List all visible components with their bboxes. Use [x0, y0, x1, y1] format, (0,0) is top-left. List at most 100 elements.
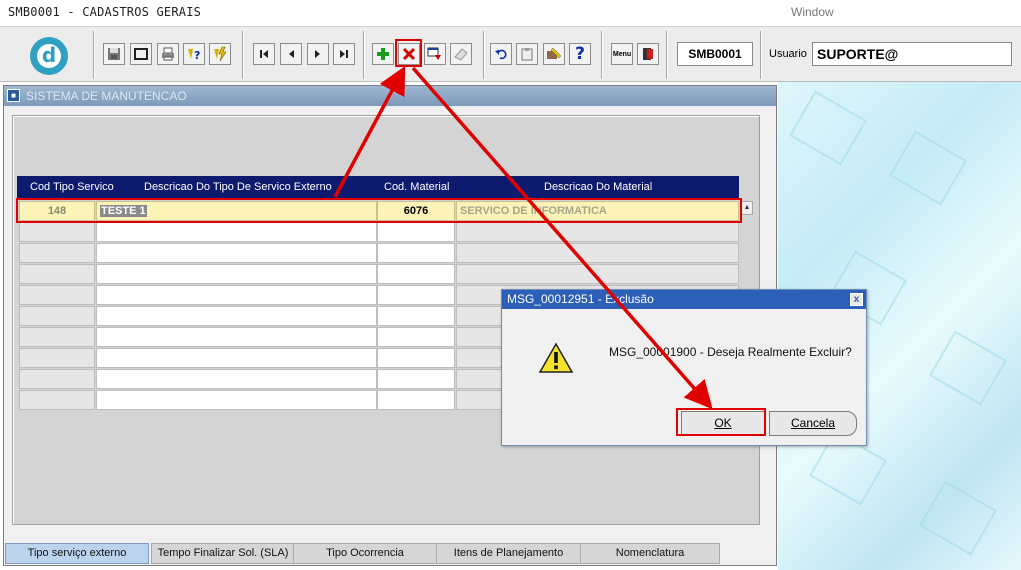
warning-icon: [538, 342, 574, 373]
window-menu[interactable]: Window: [791, 5, 834, 19]
bottom-tabs: Tipo serviço externo Tempo Finalizar Sol…: [3, 543, 777, 565]
print-icon: [162, 47, 174, 61]
tab-tipo-servico-externo[interactable]: Tipo serviço externo: [5, 543, 149, 564]
cell-descricao[interactable]: [96, 222, 377, 242]
dialog-close-button[interactable]: x: [850, 293, 863, 306]
table-row[interactable]: [17, 222, 739, 243]
tab-tipo-ocorrencia[interactable]: Tipo Ocorrencia: [293, 543, 437, 564]
duplicate-record-icon: [427, 47, 441, 60]
column-header-cod-material: Cod. Material: [384, 181, 450, 193]
cell-cod-tipo[interactable]: [19, 285, 95, 305]
execute-query-button[interactable]: [209, 43, 231, 65]
cell-cod-tipo[interactable]: [19, 390, 95, 410]
next-record-button[interactable]: [307, 43, 329, 65]
background-pattern: [919, 480, 997, 556]
last-record-icon: [340, 50, 348, 58]
cell-desc-material[interactable]: [456, 243, 739, 263]
print-button[interactable]: [157, 43, 179, 65]
clipboard-icon: [521, 48, 533, 61]
cell-cod-material[interactable]: [377, 222, 455, 242]
last-record-button[interactable]: [333, 43, 355, 65]
cell-descricao[interactable]: [96, 348, 377, 368]
dialog-titlebar[interactable]: MSG_00012951 - Exclusão: [502, 290, 866, 309]
first-record-button[interactable]: [253, 43, 275, 65]
cell-descricao[interactable]: [96, 243, 377, 263]
cell-cod-material[interactable]: [377, 243, 455, 263]
table-row[interactable]: [17, 264, 739, 285]
lightning-query-icon: [214, 46, 227, 62]
usuario-field[interactable]: SUPORTE@: [812, 42, 1012, 66]
duplicate-record-button[interactable]: [424, 43, 446, 65]
cell-cod-tipo[interactable]: [19, 306, 95, 326]
column-header-desc-material: Descricao Do Material: [544, 181, 653, 193]
cell-cod-tipo[interactable]: [19, 369, 95, 389]
clipboard-button[interactable]: [516, 43, 538, 65]
cell-cod-material[interactable]: [377, 285, 455, 305]
prev-record-icon: [289, 50, 294, 58]
background-pattern: [889, 130, 967, 206]
form-window-icon: ■: [7, 89, 20, 102]
cell-cod-material[interactable]: [377, 327, 455, 347]
highlight-delete-button: [395, 39, 422, 67]
close-icon: x: [853, 294, 860, 305]
cell-cod-tipo[interactable]: [19, 243, 95, 263]
clear-button[interactable]: [450, 43, 472, 65]
grid-scroll-up-arrow[interactable]: ▲: [741, 201, 753, 215]
cell-cod-tipo[interactable]: [19, 264, 95, 284]
background-pattern: [789, 90, 867, 166]
exit-button[interactable]: [637, 43, 659, 65]
cell-descricao[interactable]: [96, 327, 377, 347]
grid-header: Cod Tipo Servico Descricao Do Tipo De Se…: [17, 176, 739, 198]
cell-cod-material[interactable]: [377, 306, 455, 326]
highlight-ok-button: [676, 408, 766, 436]
prev-record-button[interactable]: [280, 43, 302, 65]
tab-tempo-finalizar-sla[interactable]: Tempo Finalizar Sol. (SLA): [151, 543, 295, 564]
menu-icon: Menu: [612, 50, 632, 58]
cell-descricao[interactable]: [96, 306, 377, 326]
toolbar-separator: [760, 31, 762, 79]
edit-icon: [547, 47, 562, 59]
next-record-icon: [315, 50, 320, 58]
tab-nomenclatura[interactable]: Nomenclatura: [580, 543, 720, 564]
cell-descricao[interactable]: [96, 369, 377, 389]
form-titlebar[interactable]: ■ SISTEMA DE MANUTENCAO: [4, 86, 776, 106]
query-button[interactable]: ?: [183, 43, 205, 65]
window-title: SMB0001 - CADASTROS GERAIS: [8, 5, 202, 19]
window-icon: [134, 48, 148, 60]
cell-cod-material[interactable]: [377, 348, 455, 368]
help-button[interactable]: ?: [569, 43, 591, 65]
dialog-title: MSG_00012951 - Exclusão: [507, 292, 654, 306]
menu-button[interactable]: Menu: [611, 43, 633, 65]
table-row[interactable]: [17, 243, 739, 264]
cell-cod-tipo[interactable]: [19, 348, 95, 368]
screen-button[interactable]: [130, 43, 152, 65]
tab-itens-planejamento[interactable]: Itens de Planejamento: [436, 543, 581, 564]
toolbar-separator: [666, 31, 668, 79]
toolbar-separator: [483, 31, 485, 79]
cancel-button[interactable]: Cancela: [769, 411, 857, 436]
save-icon: [108, 48, 120, 60]
undo-button[interactable]: [490, 43, 512, 65]
cell-descricao[interactable]: [96, 285, 377, 305]
save-button[interactable]: [103, 43, 125, 65]
cell-cod-material[interactable]: [377, 390, 455, 410]
cell-cod-tipo[interactable]: [19, 222, 95, 242]
menu-bar: SMB0001 - CADASTROS GERAIS Window: [0, 0, 1021, 26]
toolbar-separator: [601, 31, 603, 79]
cell-cod-material[interactable]: [377, 264, 455, 284]
cell-cod-tipo[interactable]: [19, 327, 95, 347]
help-icon: ?: [575, 43, 585, 64]
edit-button[interactable]: [543, 43, 565, 65]
app-logo: d: [30, 37, 68, 75]
cell-desc-material[interactable]: [456, 222, 739, 242]
cell-desc-material[interactable]: [456, 264, 739, 284]
query-icon: ?: [188, 49, 200, 62]
cell-descricao[interactable]: [96, 264, 377, 284]
cell-descricao[interactable]: [96, 390, 377, 410]
toolbar-separator: [93, 31, 95, 79]
toolbar-separator: [363, 31, 365, 79]
cell-cod-material[interactable]: [377, 369, 455, 389]
form-title: SISTEMA DE MANUTENCAO: [26, 89, 187, 103]
column-header-descricao: Descricao Do Tipo De Servico Externo: [144, 181, 332, 193]
insert-record-button[interactable]: [372, 43, 394, 65]
